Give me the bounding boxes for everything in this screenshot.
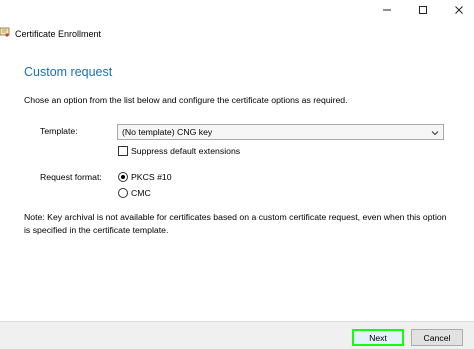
note-text: Note: Key archival is not available for … [24,212,447,235]
cmc-label: CMC [131,188,151,198]
instructions-text: Chose an option from the list below and … [24,95,348,105]
close-icon [455,6,463,14]
page-title: Custom request [24,65,113,79]
template-dropdown-value: (No template) CNG key [122,127,213,137]
request-format-label: Request format: [40,172,102,182]
minimize-button[interactable] [377,2,397,18]
cancel-button[interactable]: Cancel [411,329,463,346]
maximize-button[interactable] [413,2,433,18]
cmc-radio[interactable] [118,188,128,198]
maximize-icon [419,6,427,14]
window-title: Certificate Enrollment [15,29,102,39]
suppress-extensions-checkbox[interactable] [118,146,128,156]
certificate-icon [0,27,10,38]
pkcs10-radio[interactable] [118,172,128,182]
radio-selected-dot [121,175,125,179]
minimize-icon [383,9,391,11]
chevron-down-icon [431,131,439,136]
template-dropdown[interactable]: (No template) CNG key [117,124,444,140]
close-button[interactable] [449,2,469,18]
suppress-extensions-label: Suppress default extensions [131,146,241,156]
template-label: Template: [40,126,78,136]
pkcs10-label: PKCS #10 [131,172,172,182]
next-button[interactable]: Next [352,329,404,346]
